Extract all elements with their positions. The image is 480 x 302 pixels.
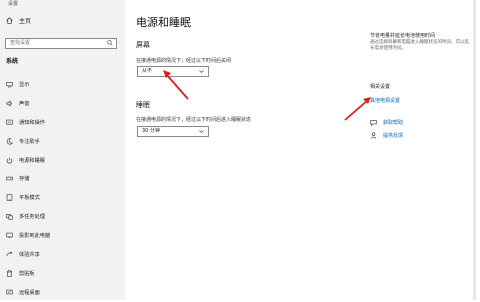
chevron-down-icon (199, 70, 204, 73)
search-placeholder: 查找设置 (10, 40, 31, 46)
tablet-icon (6, 194, 13, 201)
sidebar-item-shared-experiences[interactable]: 体验共享 (0, 245, 125, 264)
sidebar-section-title: 系统 (6, 58, 19, 65)
sidebar-item-clipboard[interactable]: 剪贴板 (0, 264, 125, 283)
sleep-timeout-dropdown[interactable]: 30 分钟 (137, 126, 209, 137)
sidebar-item-label: 存储 (19, 176, 30, 183)
sidebar-item-label: 电源和睡眠 (19, 157, 45, 164)
sidebar-item-storage[interactable]: 存储 (0, 169, 125, 188)
sleep-heading: 睡眠 (136, 101, 150, 109)
get-help-link[interactable]: 获取帮助 (370, 119, 470, 126)
sidebar-item-display[interactable]: 显示 (0, 75, 125, 94)
screen-timeout-dropdown[interactable]: 从不 (137, 66, 209, 77)
help-icon (370, 120, 377, 126)
annotation-arrow-power-settings (344, 97, 371, 121)
sidebar-item-label: 体验共享 (19, 251, 40, 258)
additional-power-settings-link[interactable]: 其他电源设置 (370, 97, 470, 104)
sidebar-item-label: 通知和操作 (19, 119, 45, 126)
sound-icon (6, 100, 13, 107)
search-input[interactable]: 查找设置 (5, 38, 117, 49)
sleep-description: 在接通电源的情况下，经过以下时间后进入睡眠状态 (136, 117, 252, 123)
sidebar-item-label: 声音 (19, 100, 30, 107)
sleep-timeout-value: 30 分钟 (142, 128, 160, 134)
get-help-label: 获取帮助 (383, 120, 404, 126)
sidebar-item-notifications[interactable]: 通知和操作 (0, 113, 125, 132)
scrollbar[interactable] (473, 0, 476, 300)
sidebar-item-label: 显示 (19, 81, 30, 88)
search-icon[interactable] (107, 40, 113, 46)
sidebar-item-label: 平板模式 (19, 195, 40, 202)
sidebar-item-remote-desktop[interactable]: 远程桌面 (0, 283, 125, 302)
screen-timeout-value: 从不 (142, 68, 153, 74)
multitask-icon (6, 214, 13, 220)
feedback-icon (370, 132, 377, 139)
related-settings: 相关设置 其他电源设置 (370, 83, 470, 104)
sidebar-item-label: 远程桌面 (19, 289, 40, 296)
storage-icon (6, 177, 13, 181)
sidebar: 设置 主页 查找设置 系统 显示 声音 通知和操作 专注助手 电源和睡眠 存储 … (0, 0, 125, 300)
sidebar-item-multitasking[interactable]: 多任务处理 (0, 207, 125, 226)
give-feedback-label: 提供反馈 (383, 133, 404, 139)
project-icon (6, 232, 13, 239)
battery-tip-title: 节省电量并延长电池使用时间 (370, 33, 436, 39)
help-section: 获取帮助 提供反馈 (370, 119, 470, 139)
sidebar-home[interactable]: 主页 (6, 16, 31, 25)
sidebar-item-label: 专注助手 (19, 138, 40, 145)
sidebar-item-label: 剪贴板 (19, 270, 35, 277)
screen-description: 在接通电源的情况下，经过以下时间后关闭 (136, 58, 232, 64)
sidebar-nav: 显示 声音 通知和操作 专注助手 电源和睡眠 存储 平板模式 多任务处理 投影到… (0, 75, 125, 302)
sidebar-item-project[interactable]: 投影到此电脑 (0, 226, 125, 245)
clipboard-icon (7, 270, 12, 277)
sidebar-item-label: 投影到此电脑 (19, 233, 51, 240)
window-title: 设置 (8, 1, 19, 7)
sidebar-item-focus-assist[interactable]: 专注助手 (0, 132, 125, 151)
power-icon (6, 157, 13, 164)
give-feedback-link[interactable]: 提供反馈 (370, 132, 470, 139)
battery-tip: 节省电量并延长电池使用时间 通过选择屏幕和电脑进入睡眠状态的时间，可以延长电池使… (370, 32, 470, 52)
remote-desktop-icon (6, 289, 13, 294)
sidebar-item-label: 多任务处理 (19, 214, 45, 221)
battery-tip-description: 通过选择屏幕和电脑进入睡眠状态的时间，可以延长电池使用时间。 (370, 40, 469, 51)
share-icon (6, 251, 13, 256)
home-icon (6, 17, 13, 24)
notification-icon (6, 119, 13, 125)
sidebar-home-label: 主页 (19, 18, 32, 25)
related-settings-title: 相关设置 (370, 84, 391, 90)
screen-heading: 屏幕 (136, 41, 150, 49)
chevron-down-icon (199, 130, 204, 133)
sidebar-item-tablet-mode[interactable]: 平板模式 (0, 188, 125, 207)
moon-icon (6, 137, 13, 145)
sidebar-item-power-sleep[interactable]: 电源和睡眠 (0, 151, 125, 170)
page-title: 电源和睡眠 (136, 16, 191, 29)
sidebar-item-sound[interactable]: 声音 (0, 94, 125, 113)
display-icon (6, 82, 13, 88)
